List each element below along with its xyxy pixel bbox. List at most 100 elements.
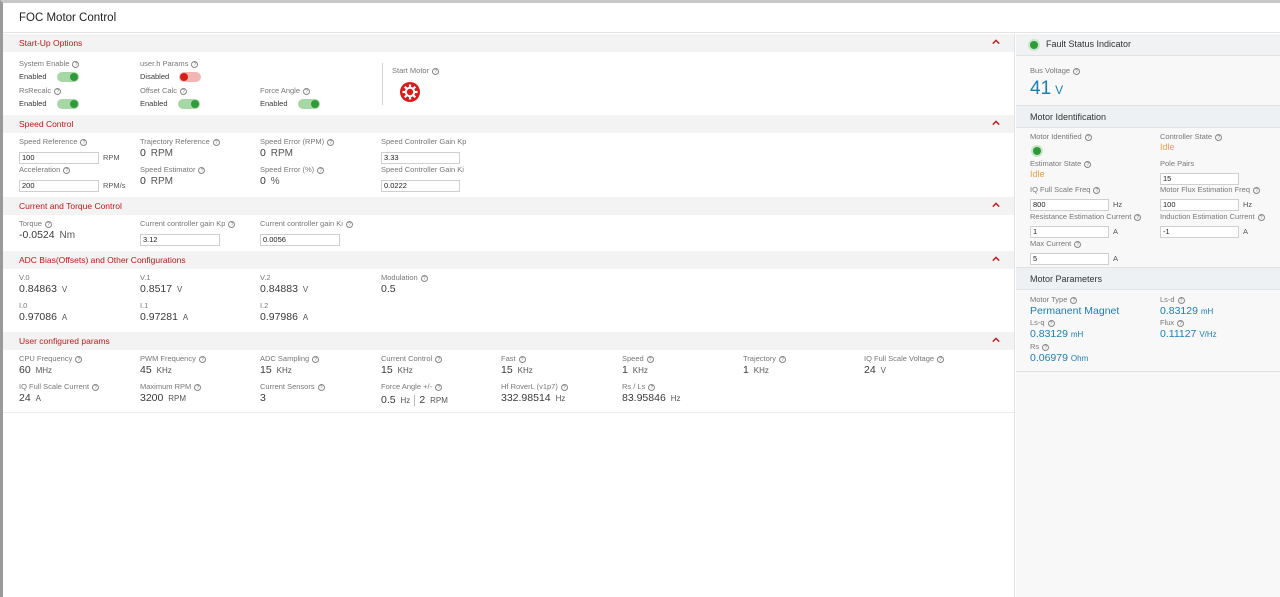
flux-unit: V/Hz	[1199, 330, 1217, 339]
help-icon[interactable]: ?	[317, 384, 325, 391]
help-icon[interactable]: ?	[560, 384, 568, 391]
help-icon[interactable]: ?	[432, 68, 440, 75]
help-icon[interactable]: ?	[212, 139, 220, 146]
section-header-adc[interactable]: ADC Bias(Offsets) and Other Configuratio…	[3, 251, 1014, 269]
help-icon[interactable]: ?	[228, 221, 236, 228]
iq-freq-input[interactable]: 800	[1030, 198, 1109, 211]
speed-error-pct-value: 0	[260, 175, 266, 187]
max-current-label: Max Current	[1030, 239, 1072, 248]
speed-reference-input[interactable]: 100	[19, 151, 99, 164]
v0-label: V.0	[19, 273, 30, 282]
i0-value: 0.97086	[19, 311, 57, 323]
lsq-unit: mH	[1070, 330, 1084, 339]
help-icon[interactable]: ?	[317, 167, 325, 174]
start-motor-button[interactable]	[399, 81, 421, 103]
current-kp-input[interactable]: 3.12	[140, 233, 220, 246]
speed-error-rpm-value: 0	[260, 147, 266, 159]
help-icon[interactable]: ?	[937, 356, 945, 363]
iq-freq-label: IQ Full Scale Freq	[1030, 185, 1091, 194]
help-icon[interactable]: ?	[420, 275, 428, 282]
speed-reference-label: Speed Reference	[19, 137, 78, 146]
motor-parameters-header: Motor Parameters	[1016, 268, 1280, 290]
help-icon[interactable]: ?	[435, 356, 443, 363]
chevron-up-icon[interactable]	[992, 38, 1000, 46]
chevron-up-icon[interactable]	[992, 255, 1000, 263]
help-icon[interactable]: ?	[1042, 344, 1050, 351]
current-ki-input[interactable]: 0.0056	[260, 233, 340, 246]
acceleration-input[interactable]: 200	[19, 179, 99, 192]
help-icon[interactable]: ?	[80, 139, 88, 146]
speed-kp-input[interactable]: 3.33	[381, 151, 460, 164]
motor-type-label: Motor Type	[1030, 295, 1068, 304]
help-icon[interactable]: ?	[1047, 320, 1055, 327]
help-icon[interactable]: ?	[303, 88, 311, 95]
chevron-up-icon[interactable]	[992, 336, 1000, 344]
motor-type-value: Permanent Magnet	[1030, 305, 1120, 317]
torque-label: Torque	[19, 219, 42, 228]
fault-status-row: Fault Status Indicator	[1016, 34, 1280, 56]
pwm-value: 45	[140, 364, 152, 376]
help-icon[interactable]: ?	[1070, 297, 1078, 304]
speed-ki-input[interactable]: 0.0222	[381, 179, 460, 192]
lsd-unit: mH	[1200, 307, 1214, 316]
help-icon[interactable]: ?	[1093, 187, 1101, 194]
help-icon[interactable]: ?	[518, 356, 526, 363]
fast-label: Fast	[501, 354, 516, 363]
lsd-label: Ls-d	[1160, 295, 1175, 304]
motor-identification-body: Motor Identified? Controller State? Idle …	[1016, 128, 1280, 268]
offset-calc-toggle[interactable]	[177, 99, 200, 110]
section-header-user[interactable]: User configured params	[3, 332, 1014, 350]
help-icon[interactable]: ?	[1073, 68, 1081, 75]
help-icon[interactable]: ?	[72, 61, 80, 68]
estimator-state-label: Estimator State	[1030, 159, 1082, 168]
help-icon[interactable]: ?	[92, 384, 100, 391]
help-icon[interactable]: ?	[198, 167, 206, 174]
help-icon[interactable]: ?	[191, 61, 199, 68]
help-icon[interactable]: ?	[1074, 241, 1082, 248]
help-icon[interactable]: ?	[179, 88, 187, 95]
ind-current-input[interactable]: -1	[1160, 225, 1239, 238]
help-icon[interactable]: ?	[435, 384, 443, 391]
max-current-input[interactable]: 5	[1030, 252, 1109, 265]
section-header-speed[interactable]: Speed Control	[3, 115, 1014, 133]
trajectory-reference-value: 0	[140, 147, 146, 159]
help-icon[interactable]: ?	[1084, 134, 1092, 141]
help-icon[interactable]: ?	[327, 139, 335, 146]
help-icon[interactable]: ?	[198, 356, 206, 363]
userh-params-toggle[interactable]	[179, 72, 202, 83]
help-icon[interactable]: ?	[194, 384, 202, 391]
acceleration-label: Acceleration	[19, 165, 61, 174]
max-rpm-value: 3200	[140, 392, 164, 404]
help-icon[interactable]: ?	[646, 356, 654, 363]
section-header-current[interactable]: Current and Torque Control	[3, 197, 1014, 215]
help-icon[interactable]: ?	[779, 356, 787, 363]
flux-freq-input[interactable]: 100	[1160, 198, 1239, 211]
section-title: Speed Control	[19, 119, 74, 129]
system-enable-toggle[interactable]	[56, 72, 79, 83]
help-icon[interactable]: ?	[312, 356, 320, 363]
modulation-label: Modulation	[381, 273, 418, 282]
help-icon[interactable]: ?	[1215, 134, 1223, 141]
help-icon[interactable]: ?	[54, 88, 62, 95]
help-icon[interactable]: ?	[1257, 214, 1265, 221]
chevron-up-icon[interactable]	[992, 201, 1000, 209]
res-current-label: Resistance Estimation Current	[1030, 212, 1132, 221]
help-icon[interactable]: ?	[63, 167, 71, 174]
help-icon[interactable]: ?	[1084, 161, 1092, 168]
chevron-up-icon[interactable]	[992, 119, 1000, 127]
adc-sampling-value: 15	[260, 364, 272, 376]
help-icon[interactable]: ?	[1134, 214, 1142, 221]
help-icon[interactable]: ?	[345, 221, 353, 228]
pole-pairs-input[interactable]: 15	[1160, 172, 1239, 185]
help-icon[interactable]: ?	[75, 356, 83, 363]
help-icon[interactable]: ?	[648, 384, 656, 391]
res-current-input[interactable]: 1	[1030, 225, 1109, 238]
rsrecalc-toggle[interactable]	[56, 99, 79, 110]
section-header-startup[interactable]: Start-Up Options	[3, 34, 1014, 52]
help-icon[interactable]: ?	[1177, 320, 1185, 327]
help-icon[interactable]: ?	[1253, 187, 1261, 194]
help-icon[interactable]: ?	[44, 221, 52, 228]
force-angle-toggle[interactable]	[297, 99, 320, 110]
help-icon[interactable]: ?	[1177, 297, 1185, 304]
controller-state-value: Idle	[1160, 142, 1175, 152]
